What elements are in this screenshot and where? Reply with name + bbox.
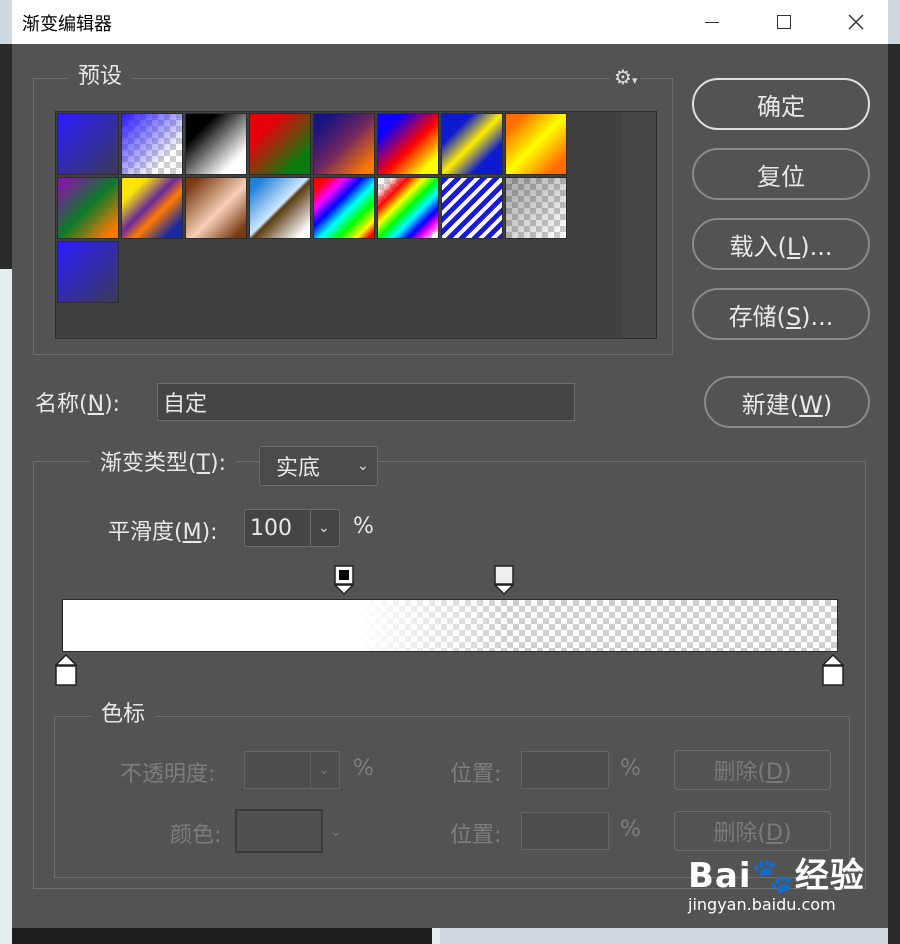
- preset-scrollbar[interactable]: [622, 112, 656, 338]
- gradient-type-value: 实底: [276, 456, 321, 481]
- preset-swatch-black-white[interactable]: [185, 113, 247, 175]
- opacity-stop-white[interactable]: [494, 565, 514, 595]
- gradient-fill: [63, 600, 837, 651]
- color-dropdown-icon[interactable]: ⌄: [330, 824, 342, 840]
- delete-color-stop-label: 删除(D): [713, 821, 792, 846]
- title-bar: 渐变编辑器: [12, 0, 888, 44]
- save-button-label: 存储(S)...: [728, 302, 834, 331]
- load-button-label: 载入(L)...: [729, 232, 833, 261]
- preset-swatch-blue-transparent[interactable]: [121, 113, 183, 175]
- baidu-jingyan-watermark: Bai🐾经验 jingyan.baidu.com: [688, 848, 865, 914]
- background-canvas-right: [888, 44, 900, 944]
- maximize-button[interactable]: [754, 0, 814, 44]
- close-icon: [848, 14, 864, 30]
- preset-swatch-chrome[interactable]: [249, 177, 311, 239]
- preset-swatch-stripes[interactable]: [441, 177, 503, 239]
- opacity-label: 不透明度:: [120, 762, 216, 787]
- smoothness-label: 平滑度(M):: [108, 520, 218, 545]
- color-label: 颜色:: [170, 823, 222, 848]
- ok-button-label: 确定: [757, 92, 805, 121]
- gradient-type-select[interactable]: 实底 ⌄: [259, 446, 378, 486]
- background-canvas-light: [0, 269, 12, 944]
- name-label: 名称(N):: [35, 392, 121, 417]
- presets-menu-button[interactable]: ⚙▾: [610, 65, 642, 89]
- watermark-logo: Bai🐾经验: [688, 856, 865, 896]
- opacity-position-unit: %: [620, 756, 641, 781]
- new-button-label: 新建(W): [741, 390, 833, 419]
- watermark-url: jingyan.baidu.com: [688, 895, 836, 914]
- gear-icon: ⚙: [614, 65, 632, 89]
- preset-swatch-list: [55, 111, 657, 339]
- preset-swatch-transparent-rainbow[interactable]: [377, 177, 439, 239]
- opacity-position-input[interactable]: [521, 751, 609, 789]
- minimize-button[interactable]: [682, 0, 742, 44]
- opacity-dropdown-icon[interactable]: ⌄: [318, 762, 330, 778]
- opacity-position-label: 位置:: [450, 762, 502, 787]
- window-title: 渐变编辑器: [22, 14, 112, 35]
- delete-color-stop-button[interactable]: 删除(D): [674, 811, 831, 851]
- new-button[interactable]: 新建(W): [704, 376, 870, 428]
- preset-swatch-custom[interactable]: [57, 241, 119, 303]
- preset-swatch-neutral-density[interactable]: [505, 177, 567, 239]
- reset-button[interactable]: 复位: [692, 148, 870, 200]
- minimize-icon: [705, 21, 719, 23]
- gradient-editor-dialog: 预设 ⚙▾ 确定 复位 载入(L)... 存储(S)... 新建(W) 名称(N…: [12, 44, 888, 928]
- gradient-type-label: 渐变类型(T):: [90, 450, 237, 478]
- ok-button[interactable]: 确定: [692, 78, 870, 130]
- chevron-down-icon: ▾: [631, 74, 638, 87]
- background-canvas-dark: [0, 44, 12, 269]
- chevron-down-icon: ⌄: [357, 458, 369, 474]
- preset-swatch-yellow-violet[interactable]: [121, 177, 183, 239]
- close-button[interactable]: [826, 0, 886, 44]
- color-stops-legend: 色标: [91, 701, 156, 729]
- presets-legend: 预设: [68, 63, 133, 91]
- name-input[interactable]: 自定: [157, 383, 575, 421]
- reset-button-label: 复位: [757, 162, 805, 191]
- smoothness-unit: %: [353, 514, 374, 539]
- preset-swatch-blue-red-yellow[interactable]: [377, 113, 439, 175]
- color-position-unit: %: [620, 817, 641, 842]
- background-canvas-bottom-dark: [12, 928, 432, 944]
- smoothness-value: 100: [250, 515, 292, 541]
- preset-swatch-blue-gray[interactable]: [57, 113, 119, 175]
- smoothness-dropdown-icon[interactable]: ⌄: [318, 520, 330, 536]
- preset-swatch-red-green[interactable]: [249, 113, 311, 175]
- preset-swatch-copper[interactable]: [185, 177, 247, 239]
- maximize-icon: [777, 15, 791, 29]
- opacity-divider: [310, 752, 311, 788]
- color-position-input[interactable]: [521, 812, 609, 850]
- delete-opacity-stop-button[interactable]: 删除(D): [674, 750, 831, 790]
- preset-swatch-orange-yellow[interactable]: [505, 113, 567, 175]
- opacity-unit: %: [353, 756, 374, 781]
- preset-swatch-spectrum[interactable]: [313, 177, 375, 239]
- gradient-preview-bar[interactable]: [62, 599, 838, 652]
- preset-swatch-violet-orange[interactable]: [313, 113, 375, 175]
- name-input-value: 自定: [163, 392, 208, 417]
- color-position-label: 位置:: [450, 823, 502, 848]
- color-stop-left[interactable]: [55, 654, 77, 686]
- presets-group: 预设 ⚙▾: [33, 63, 673, 355]
- save-button[interactable]: 存储(S)...: [692, 288, 870, 340]
- load-button[interactable]: 载入(L)...: [692, 218, 870, 270]
- smoothness-divider: [310, 510, 311, 546]
- opacity-stop-black[interactable]: [334, 565, 354, 595]
- color-swatch-picker[interactable]: [235, 809, 323, 853]
- preset-swatch-violet-green-orange[interactable]: [57, 177, 119, 239]
- color-stop-right[interactable]: [822, 654, 844, 686]
- delete-opacity-stop-label: 删除(D): [713, 760, 792, 785]
- preset-swatch-blue-yellow-blue[interactable]: [441, 113, 503, 175]
